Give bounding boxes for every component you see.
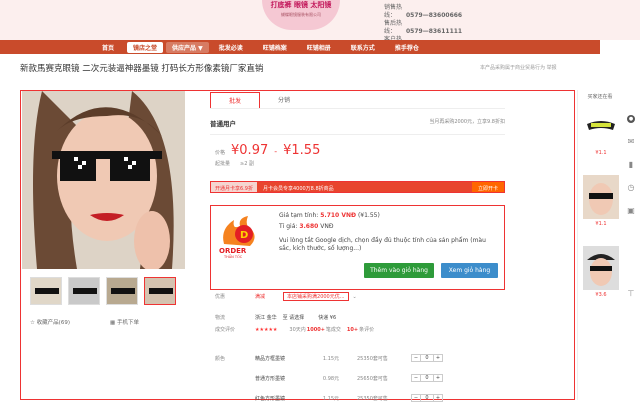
thumbnail-selected[interactable] bbox=[144, 277, 176, 305]
open-card-button[interactable]: 立即开卡 bbox=[471, 182, 504, 192]
price-low: ¥0.97 bbox=[231, 143, 269, 158]
quantity-stepper[interactable]: −0 + bbox=[411, 394, 443, 402]
review-row: 成交评价 ★★★★★ 30天内 1000+ 笔成交 10+ 条评价 bbox=[215, 326, 375, 334]
logo-subtitle: 蝴蝶眼镜服装有限公司 bbox=[281, 12, 321, 17]
report-note[interactable]: 本产品采购属于商业贸易行为 举报 bbox=[480, 64, 557, 71]
qr-icon: ▦ bbox=[109, 320, 117, 326]
minus-button[interactable]: − bbox=[412, 375, 420, 381]
nav-album[interactable]: 旺铺相册 bbox=[297, 43, 341, 52]
promo-row: 优惠 满减 本店铺采购满2000元优... ⌄ bbox=[215, 292, 357, 301]
contact-label: 销售热线： bbox=[384, 4, 403, 19]
mobile-order-button[interactable]: ▦ 手机下单 bbox=[110, 318, 139, 326]
collect-button[interactable]: ☆ 收藏产品(69) bbox=[30, 318, 70, 326]
nav-wholesale[interactable]: 批发必读 bbox=[209, 43, 253, 52]
side-toolbar: ● ✉ ▮ ◷ ▣ ⊤ bbox=[622, 115, 640, 355]
contact-value: 0579—83600666 bbox=[406, 12, 463, 19]
user-level-row: 普通用户 当月再采购2000元，立享9.8折扣 bbox=[210, 118, 505, 135]
price-separator: - bbox=[274, 147, 278, 156]
minus-button[interactable]: − bbox=[412, 395, 420, 401]
model-photo bbox=[22, 91, 185, 269]
add-to-cart-button[interactable]: Thêm vào giỏ hàng bbox=[364, 263, 434, 278]
nav-archive[interactable]: 旺铺档案 bbox=[253, 43, 297, 52]
rating-stars: ★★★★★ bbox=[255, 326, 278, 333]
service-icon[interactable]: ● bbox=[627, 115, 635, 123]
chevron-down-icon[interactable]: ⌄ bbox=[353, 294, 357, 300]
svg-text:ORDER: ORDER bbox=[219, 247, 247, 255]
variant-row: 颜色 精品方框墨镜 1.15元 25350套可售 −0 + bbox=[215, 352, 505, 364]
price-label: 价格 bbox=[215, 150, 226, 156]
min-order-row: 起批量 ≥2 副 bbox=[215, 160, 254, 167]
membership-banner[interactable]: 开通月卡享6.9折 月卡会员专享4000万8.8折商品 立即开卡 bbox=[210, 181, 505, 193]
exchange-rate: Tỉ giá: 3.680 VNĐ bbox=[279, 223, 334, 230]
product-actions: ☆ 收藏产品(69) ▦ 手机下单 bbox=[30, 318, 139, 326]
shop-nav: 首页 镜店之堂 供应产品 ▼ 批发必读 旺铺档案 旺铺相册 联系方式 推手荐仓 bbox=[0, 40, 600, 54]
tab-distribution[interactable]: 分销 bbox=[260, 92, 308, 108]
cart-icon[interactable]: ▣ bbox=[627, 206, 635, 215]
view-cart-button[interactable]: Xem giỏ hàng bbox=[441, 263, 498, 278]
quantity-stepper[interactable]: −0 + bbox=[411, 354, 443, 362]
purchase-note: 当月再采购2000元，立享9.8折扣 bbox=[429, 119, 505, 125]
svg-text:THẦN TỐC: THẦN TỐC bbox=[223, 254, 243, 259]
top-banner: 打底裤 眼镜 太阳镜 蝴蝶眼镜服装有限公司 销售热线： 0579—83600666… bbox=[0, 0, 640, 51]
contact-value: 0579—83611111 bbox=[406, 28, 463, 35]
price-row: 价格 ¥0.97 - ¥1.55 bbox=[215, 143, 320, 158]
variant-row: 红色方形墨镜 1.15元 25350套可售 −0 + bbox=[215, 392, 505, 404]
min-order-value: ≥2 副 bbox=[240, 161, 254, 167]
quantity-stepper[interactable]: −0 + bbox=[411, 374, 443, 382]
plus-button[interactable]: + bbox=[434, 375, 442, 381]
tab-wholesale[interactable]: 批发 bbox=[210, 92, 261, 108]
logo-title: 打底裤 眼镜 太阳镜 bbox=[270, 1, 332, 9]
thumbnail[interactable] bbox=[68, 277, 100, 305]
product-title: 新款馬赛克眼镜 二次元装逼神器墨镜 打码长方形像素镜厂家直销 bbox=[20, 64, 264, 74]
promo-text: 月卡会员专享4000万8.8折商品 bbox=[256, 182, 472, 192]
nav-contact[interactable]: 联系方式 bbox=[341, 43, 385, 52]
nav-home[interactable]: 首页 bbox=[92, 43, 124, 52]
product-main-image[interactable] bbox=[22, 91, 185, 269]
recommend-title: 买家还在看 bbox=[587, 94, 613, 100]
variant-row: 普通方形墨镜 0.98元 25650套可售 −0 + bbox=[215, 372, 505, 384]
history-icon[interactable]: ◷ bbox=[628, 183, 635, 192]
promo-discount: 开通月卡享6.9折 bbox=[211, 182, 257, 192]
message-icon[interactable]: ✉ bbox=[628, 137, 635, 146]
recommend-item[interactable]: ¥1.1 bbox=[583, 175, 619, 227]
bookmark-icon[interactable]: ▮ bbox=[629, 160, 633, 169]
price-high: ¥1.55 bbox=[283, 143, 321, 158]
recommend-panel: 买家还在看 ¥1.1 ¥1.1 ¥3.6 bbox=[577, 90, 622, 400]
purchase-tabs: 批发 分销 bbox=[210, 92, 505, 109]
nav-shop[interactable]: 镜店之堂 bbox=[127, 41, 164, 53]
contact-label: 售后热线： bbox=[384, 20, 403, 35]
nav-recommend[interactable]: 推手荐仓 bbox=[385, 43, 429, 52]
recommend-item[interactable]: ¥3.6 bbox=[583, 246, 619, 298]
shop-logo[interactable]: 打底裤 眼镜 太阳镜 蝴蝶眼镜服装有限公司 bbox=[262, 0, 340, 30]
nav-products[interactable]: 供应产品 ▼ bbox=[166, 41, 209, 53]
plus-button[interactable]: + bbox=[434, 355, 442, 361]
minus-button[interactable]: − bbox=[412, 355, 420, 361]
plus-button[interactable]: + bbox=[434, 395, 442, 401]
min-order-label: 起批量 bbox=[215, 161, 231, 167]
svg-text:D: D bbox=[240, 230, 248, 241]
back-to-top-icon[interactable]: ⊤ bbox=[628, 289, 635, 298]
extension-instruction: Vui lòng tắt Google dịch, chọn đầy đủ th… bbox=[279, 237, 486, 252]
estimated-price: Giá tạm tính: 5.710 VNĐ (¥1.55) bbox=[279, 212, 380, 219]
flame-logo-icon: D ORDER THẦN TỐC bbox=[219, 216, 255, 259]
thumbnail-strip bbox=[30, 277, 176, 305]
user-level: 普通用户 bbox=[210, 120, 236, 128]
thumbnail[interactable] bbox=[106, 277, 138, 305]
recommend-item[interactable]: ¥1.1 bbox=[583, 104, 619, 156]
shipping-row: 物流 浙江 金华 至 请选择 快递 ¥6 bbox=[215, 315, 337, 321]
thumbnail[interactable] bbox=[30, 277, 62, 305]
order-extension-box: D ORDER THẦN TỐC Giá tạm tính: 5.710 VNĐ… bbox=[210, 205, 505, 290]
extension-logo: D ORDER THẦN TỐC bbox=[216, 214, 262, 259]
